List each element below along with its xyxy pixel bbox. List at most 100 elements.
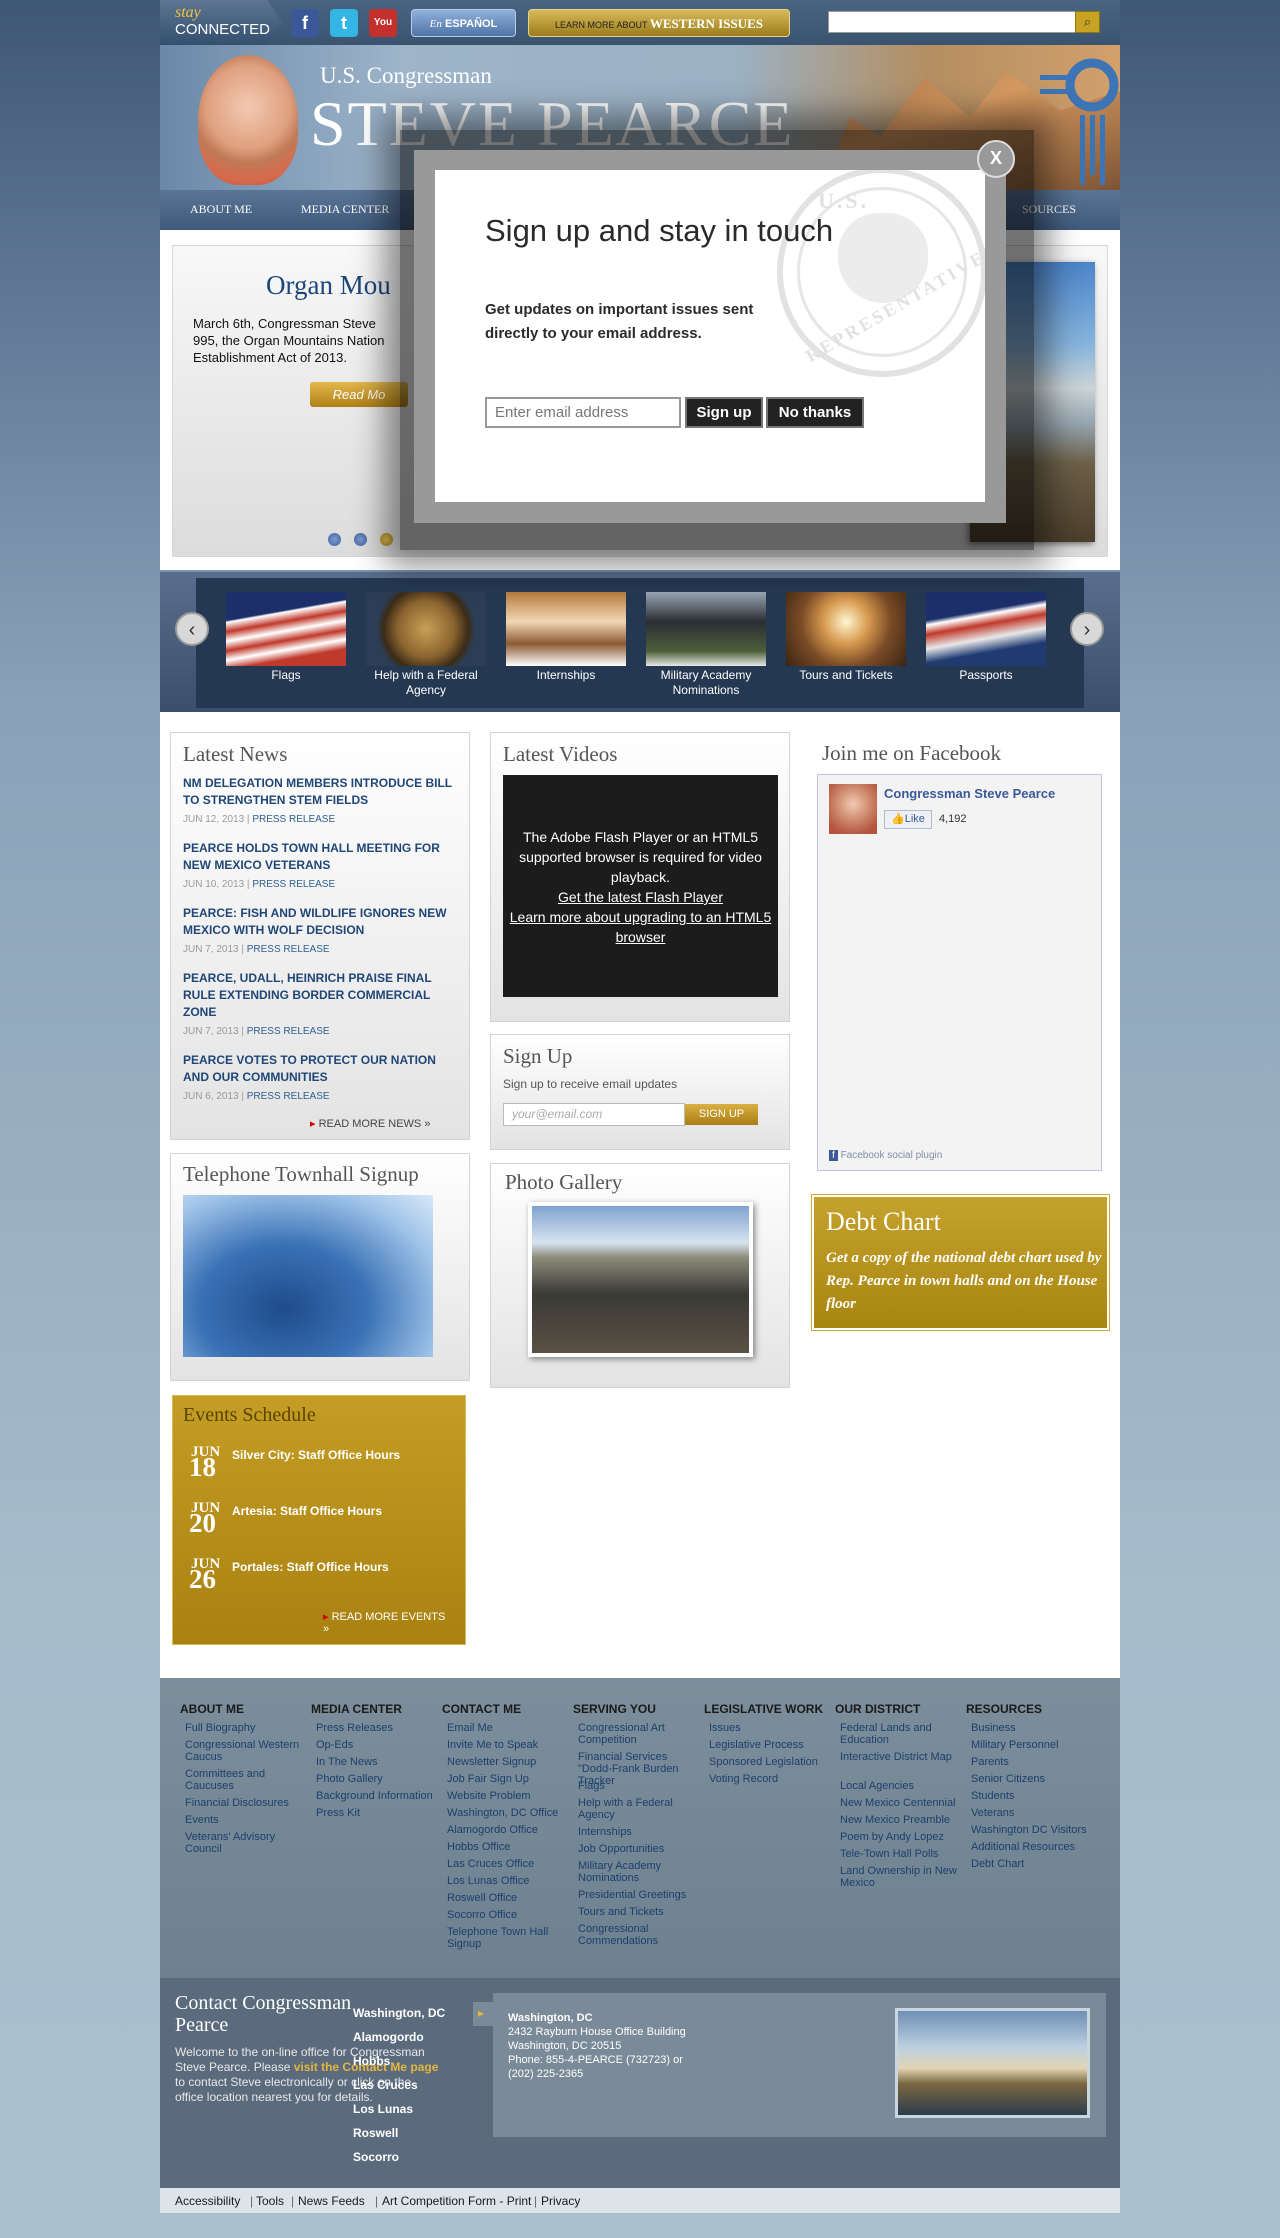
footer-link[interactable]: Job Fair Sign Up: [447, 1773, 567, 1785]
townhall-title[interactable]: Telephone Townhall Signup: [183, 1162, 419, 1187]
office-item[interactable]: Las Cruces: [333, 2078, 493, 2092]
news-type-link[interactable]: PRESS RELEASE: [247, 944, 330, 955]
footer-link[interactable]: Federal Lands and Education: [840, 1722, 960, 1746]
footer-link[interactable]: Roswell Office: [447, 1892, 567, 1904]
nav-media-center[interactable]: MEDIA CENTER: [301, 202, 389, 217]
news-item-title[interactable]: NM DELEGATION MEMBERS INTRODUCE BILL TO …: [183, 775, 463, 809]
footer-link[interactable]: Full Biography: [185, 1722, 305, 1734]
footer-link[interactable]: Email Me: [447, 1722, 567, 1734]
search-icon[interactable]: ⌕: [1075, 11, 1100, 33]
footer-link[interactable]: Hobbs Office: [447, 1841, 567, 1853]
footer-link[interactable]: Military Academy Nominations: [578, 1860, 698, 1884]
office-item[interactable]: Roswell: [333, 2126, 493, 2140]
footer-link[interactable]: Congressional Commendations: [578, 1923, 698, 1947]
footer-link[interactable]: Website Problem: [447, 1790, 567, 1802]
facebook-avatar[interactable]: [829, 784, 877, 834]
signup-button[interactable]: SIGN UP: [685, 1104, 758, 1125]
news-feeds-link[interactable]: News Feeds: [298, 2194, 365, 2208]
read-more-news-link[interactable]: ▸ READ MORE NEWS »: [310, 1117, 430, 1130]
footer-link[interactable]: New Mexico Preamble: [840, 1814, 960, 1826]
signup-email-field[interactable]: your@email.com: [503, 1103, 685, 1126]
federal-agency-thumbnail[interactable]: [366, 592, 486, 666]
tools-link[interactable]: Tools: [256, 2194, 284, 2208]
twitter-icon[interactable]: t: [330, 9, 358, 37]
slide-dot[interactable]: [354, 533, 367, 546]
footer-link[interactable]: Los Lunas Office: [447, 1875, 567, 1887]
footer-heading[interactable]: RESOURCES: [966, 1702, 1042, 1716]
event-title[interactable]: Artesia: Staff Office Hours: [232, 1504, 382, 1518]
footer-heading[interactable]: OUR DISTRICT: [835, 1702, 920, 1716]
western-issues-button[interactable]: LEARN MORE ABOUT WESTERN ISSUES: [528, 9, 790, 37]
office-item[interactable]: Socorro: [333, 2150, 493, 2164]
footer-link[interactable]: Tele-Town Hall Polls: [840, 1848, 960, 1860]
footer-link[interactable]: Tours and Tickets: [578, 1906, 698, 1918]
footer-link[interactable]: Military Personnel: [971, 1739, 1091, 1751]
footer-link[interactable]: New Mexico Centennial: [840, 1797, 960, 1809]
strip-next-icon[interactable]: ›: [1070, 612, 1104, 646]
footer-link[interactable]: Congressional Art Competition: [578, 1722, 698, 1746]
slide-title[interactable]: Organ Mou: [266, 270, 391, 301]
footer-link[interactable]: Invite Me to Speak: [447, 1739, 567, 1751]
footer-link[interactable]: Debt Chart: [971, 1858, 1091, 1870]
strip-label[interactable]: Passports: [916, 668, 1056, 683]
footer-link[interactable]: Senior Citizens: [971, 1773, 1091, 1785]
footer-link[interactable]: Washington, DC Office: [447, 1807, 567, 1819]
office-item[interactable]: Washington, DC: [333, 2006, 493, 2020]
strip-label[interactable]: Help with a Federal Agency: [356, 668, 496, 698]
footer-link[interactable]: Telephone Town Hall Signup: [447, 1926, 567, 1950]
modal-no-thanks-button[interactable]: No thanks: [766, 397, 864, 428]
internships-thumbnail[interactable]: [506, 592, 626, 666]
footer-link[interactable]: Internships: [578, 1826, 698, 1838]
footer-heading[interactable]: SERVING YOU: [573, 1702, 656, 1716]
modal-email-field[interactable]: Enter email address: [485, 397, 681, 428]
strip-label[interactable]: Military Academy Nominations: [636, 668, 776, 698]
strip-label[interactable]: Internships: [496, 668, 636, 683]
footer-link[interactable]: Additional Resources: [971, 1841, 1091, 1853]
flash-player-link[interactable]: Get the latest Flash Player: [503, 887, 778, 907]
tours-thumbnail[interactable]: [786, 592, 906, 666]
footer-heading[interactable]: MEDIA CENTER: [311, 1702, 402, 1716]
footer-link[interactable]: Congressional Western Caucus: [185, 1739, 305, 1763]
youtube-icon[interactable]: You: [369, 9, 397, 37]
footer-link[interactable]: Background Information: [316, 1790, 436, 1802]
footer-link[interactable]: Op-Eds: [316, 1739, 436, 1751]
news-type-link[interactable]: PRESS RELEASE: [252, 879, 335, 890]
news-type-link[interactable]: PRESS RELEASE: [247, 1091, 330, 1102]
news-item-title[interactable]: PEARCE, UDALL, HEINRICH PRAISE FINAL RUL…: [183, 970, 463, 1021]
news-type-link[interactable]: PRESS RELEASE: [252, 814, 335, 825]
facebook-icon[interactable]: f: [291, 9, 319, 37]
footer-link[interactable]: Sponsored Legislation: [709, 1756, 829, 1768]
slide-dot[interactable]: [328, 533, 341, 546]
footer-link[interactable]: Veterans: [971, 1807, 1091, 1819]
debt-chart-banner[interactable]: Debt Chart Get a copy of the national de…: [811, 1194, 1110, 1331]
footer-heading[interactable]: CONTACT ME: [442, 1702, 521, 1716]
news-item-title[interactable]: PEARCE VOTES TO PROTECT OUR NATION AND O…: [183, 1052, 463, 1086]
video-player[interactable]: The Adobe Flash Player or an HTML5 suppo…: [503, 775, 778, 997]
news-item-title[interactable]: PEARCE: FISH AND WILDLIFE IGNORES NEW ME…: [183, 905, 463, 939]
news-item-title[interactable]: PEARCE HOLDS TOWN HALL MEETING FOR NEW M…: [183, 840, 463, 874]
footer-link[interactable]: Washington DC Visitors: [971, 1824, 1091, 1836]
event-title[interactable]: Silver City: Staff Office Hours: [232, 1448, 400, 1462]
privacy-link[interactable]: Privacy: [541, 2194, 580, 2208]
footer-link[interactable]: Newsletter Signup: [447, 1756, 567, 1768]
accessibility-link[interactable]: Accessibility: [175, 2194, 240, 2208]
office-item[interactable]: Los Lunas: [333, 2102, 493, 2116]
search-input[interactable]: [828, 11, 1100, 33]
footer-link[interactable]: Voting Record: [709, 1773, 829, 1785]
footer-link[interactable]: Press Kit: [316, 1807, 436, 1819]
strip-label[interactable]: Flags: [216, 668, 356, 683]
modal-close-icon[interactable]: X: [977, 140, 1015, 178]
gallery-photo[interactable]: [528, 1202, 753, 1357]
footer-link[interactable]: Business: [971, 1722, 1091, 1734]
footer-link[interactable]: Flags: [578, 1780, 698, 1792]
read-more-events-link[interactable]: ▸ READ MORE EVENTS »: [323, 1610, 453, 1635]
footer-link[interactable]: Job Opportunities: [578, 1843, 698, 1855]
facebook-like-button[interactable]: 👍Like: [884, 810, 932, 829]
footer-link[interactable]: Issues: [709, 1722, 829, 1734]
art-competition-link[interactable]: Art Competition Form - Print: [382, 2194, 531, 2208]
footer-link[interactable]: Legislative Process: [709, 1739, 829, 1751]
footer-link[interactable]: Land Ownership in New Mexico: [840, 1865, 960, 1889]
html5-link[interactable]: Learn more about upgrading to an HTML5: [503, 907, 778, 927]
office-item[interactable]: Hobbs: [333, 2054, 493, 2068]
footer-link[interactable]: Press Releases: [316, 1722, 436, 1734]
